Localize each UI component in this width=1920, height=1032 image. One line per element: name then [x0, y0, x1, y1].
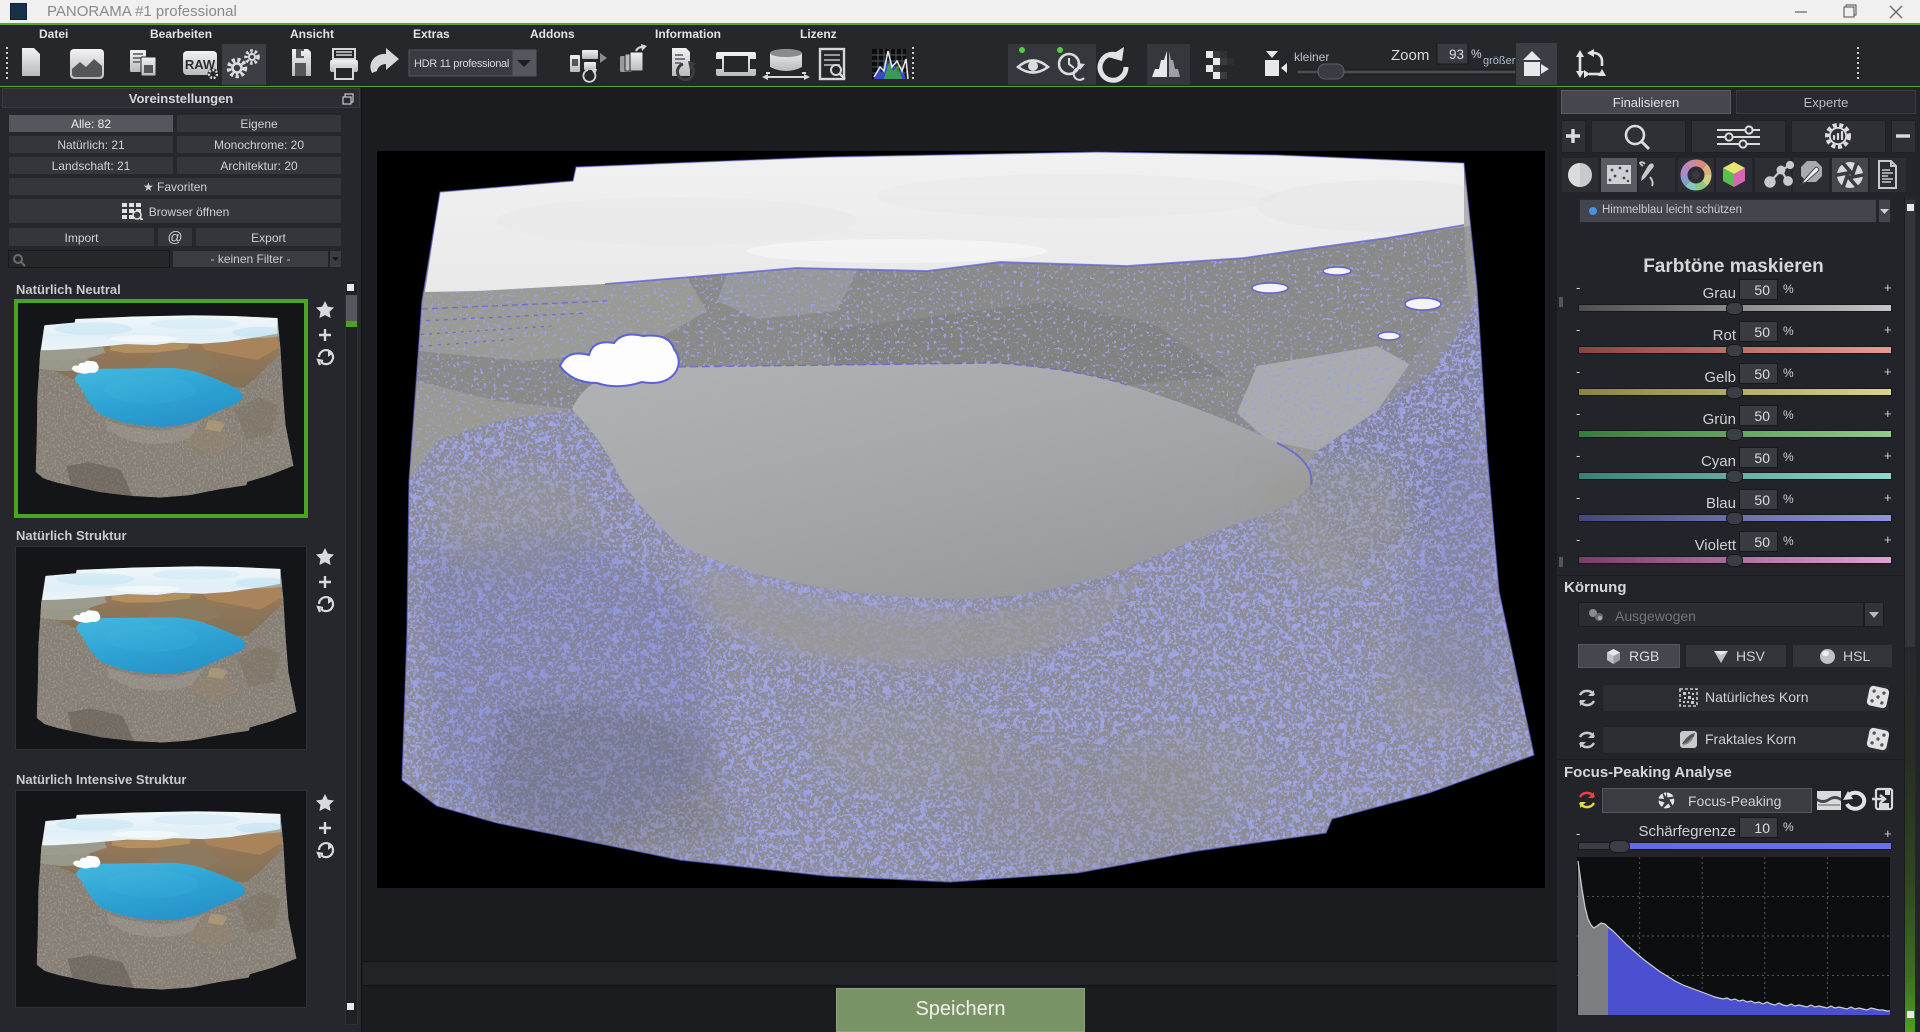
- svg-text:Zoom: Zoom: [1391, 47, 1429, 64]
- svg-text:größer: größer: [1483, 55, 1516, 67]
- svg-text:93: 93: [1449, 47, 1464, 62]
- svg-text:HDR 11 professional: HDR 11 professional: [414, 58, 509, 70]
- svg-text:%: %: [1471, 47, 1482, 61]
- svg-text:kleiner: kleiner: [1294, 50, 1329, 64]
